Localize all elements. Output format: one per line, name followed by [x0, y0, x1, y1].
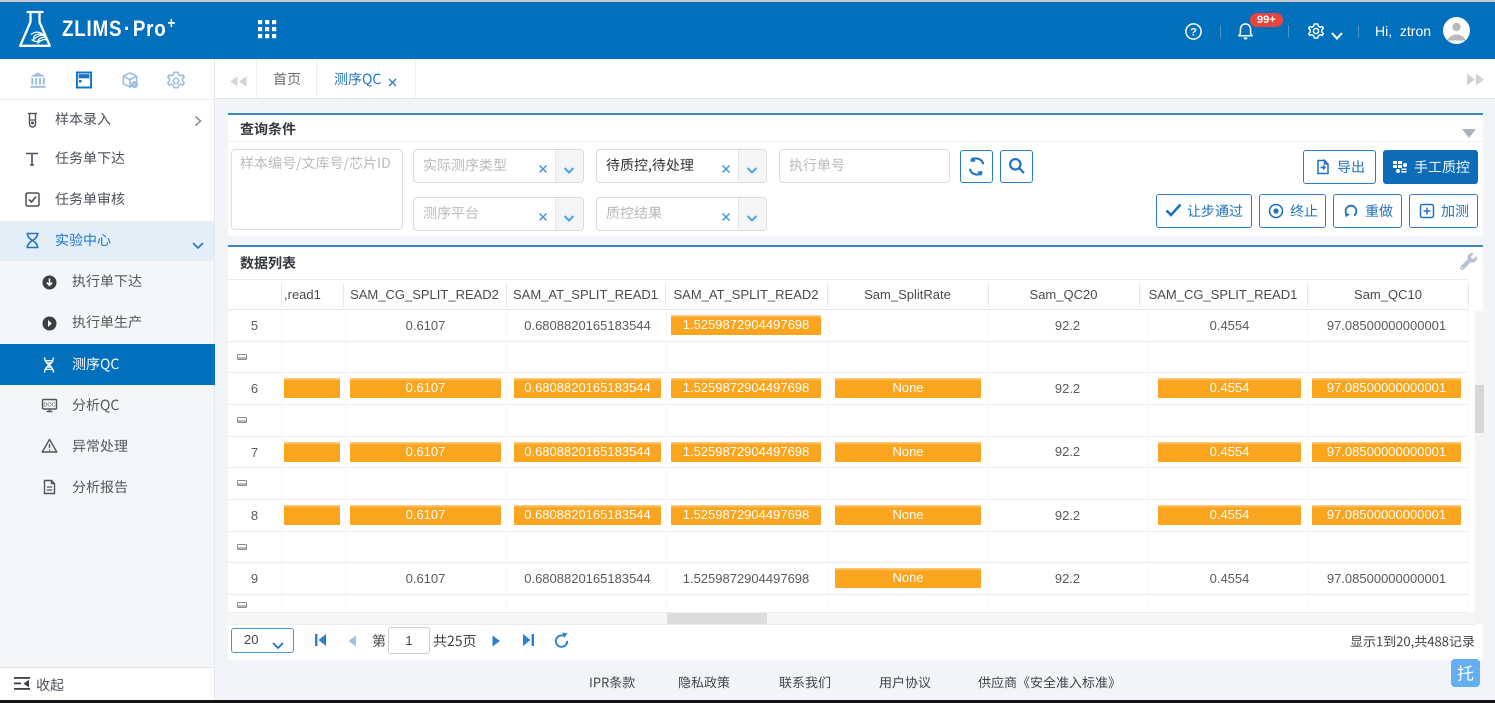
svg-text:DOC: DOC	[43, 403, 55, 409]
svg-text:?: ?	[1190, 26, 1197, 38]
